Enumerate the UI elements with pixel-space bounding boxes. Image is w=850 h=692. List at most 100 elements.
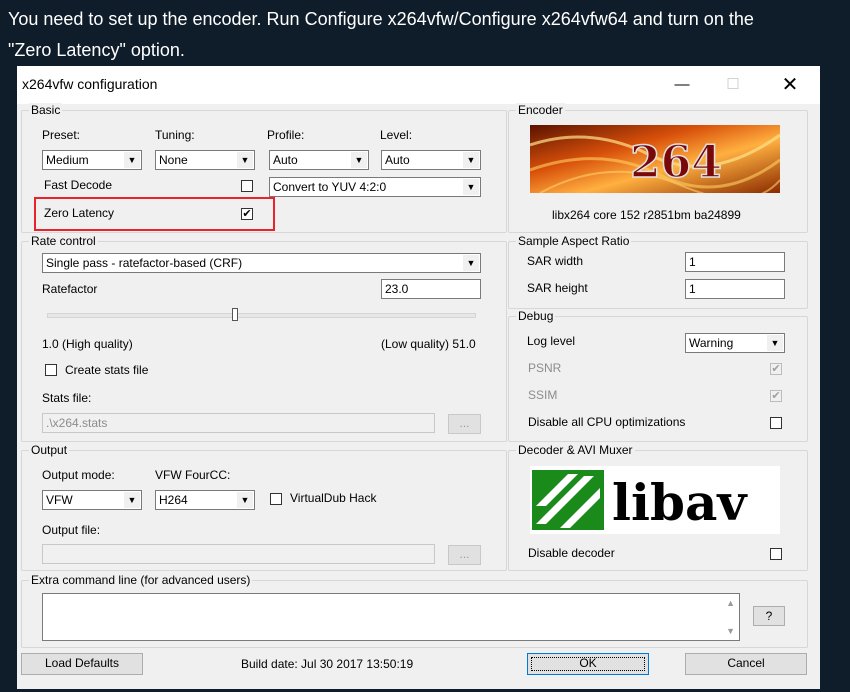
sar-height-input[interactable]: 1: [685, 279, 785, 299]
disable-decoder-checkbox[interactable]: [770, 548, 782, 560]
ratefactor-input[interactable]: 23.0: [381, 279, 481, 299]
extra-command-textarea[interactable]: ▲ ▼: [42, 593, 740, 641]
rate-control-mode-select[interactable]: Single pass - ratefactor-based (CRF) ▼: [42, 253, 481, 273]
x264vfw-configuration-dialog: x264vfw configuration — ☐ ✕ Basic Preset…: [17, 66, 820, 689]
sar-width-label: SAR width: [527, 254, 584, 268]
window-title: x264vfw configuration: [22, 76, 158, 92]
profile-label: Profile:: [267, 128, 305, 142]
chevron-down-icon[interactable]: ▼: [351, 152, 367, 168]
stats-file-browse-button[interactable]: ...: [448, 414, 481, 434]
output-mode-value: VFW: [46, 493, 73, 507]
ssim-checkbox: ✔: [770, 390, 782, 402]
output-file-label: Output file:: [42, 523, 101, 537]
preset-select[interactable]: Medium ▼: [42, 150, 142, 170]
virtualdub-hack-label: VirtualDub Hack: [290, 491, 377, 505]
extra-command-group-label: Extra command line (for advanced users): [29, 573, 253, 587]
output-file-input[interactable]: [42, 544, 435, 564]
fast-decode-checkbox[interactable]: [241, 180, 253, 192]
output-mode-select[interactable]: VFW ▼: [42, 490, 142, 510]
fourcc-select[interactable]: H264 ▼: [155, 490, 255, 510]
help-button[interactable]: ?: [753, 606, 785, 626]
x264-logo-text: 264: [630, 137, 722, 188]
chevron-down-icon[interactable]: ▼: [463, 179, 479, 195]
tuning-select[interactable]: None ▼: [155, 150, 255, 170]
level-label: Level:: [380, 128, 413, 142]
disable-cpu-label: Disable all CPU optimizations: [528, 415, 686, 429]
log-level-select[interactable]: Warning ▼: [685, 333, 785, 353]
fourcc-label: VFW FourCC:: [155, 468, 231, 482]
preset-label: Preset:: [42, 128, 81, 142]
chevron-down-icon[interactable]: ▼: [124, 492, 140, 508]
sar-group-label: Sample Aspect Ratio: [516, 234, 632, 248]
high-quality-label: 1.0 (High quality): [42, 337, 133, 351]
level-select[interactable]: Auto ▼: [381, 150, 481, 170]
virtualdub-hack-checkbox[interactable]: [270, 493, 282, 505]
sar-width-value: 1: [689, 255, 696, 269]
colorspace-select[interactable]: Convert to YUV 4:2:0 ▼: [269, 177, 481, 197]
libav-logo-text: libav: [612, 473, 748, 532]
sar-width-input[interactable]: 1: [685, 252, 785, 272]
scroll-down-icon[interactable]: ▼: [726, 626, 735, 636]
instruction-line-1: You need to set up the encoder. Run Conf…: [8, 9, 754, 29]
libav-logo: libav: [530, 466, 780, 534]
colorspace-value: Convert to YUV 4:2:0: [273, 180, 387, 194]
chevron-down-icon[interactable]: ▼: [237, 492, 253, 508]
x264-logo-graphic: 264: [530, 125, 780, 193]
chevron-down-icon[interactable]: ▼: [463, 152, 479, 168]
tuning-label: Tuning:: [155, 128, 195, 142]
encoder-group-label: Encoder: [516, 103, 565, 117]
ratefactor-slider-track[interactable]: [47, 313, 476, 318]
disable-cpu-checkbox[interactable]: [770, 417, 782, 429]
fast-decode-label: Fast Decode: [44, 178, 113, 192]
create-stats-label: Create stats file: [65, 363, 149, 377]
chevron-down-icon[interactable]: ▼: [463, 255, 479, 271]
log-level-label: Log level: [527, 334, 576, 348]
disable-decoder-label: Disable decoder: [528, 546, 615, 560]
psnr-label: PSNR: [528, 361, 562, 375]
chevron-down-icon[interactable]: ▼: [237, 152, 253, 168]
instruction-line-2: "Zero Latency" option.: [8, 40, 185, 60]
ratefactor-value: 23.0: [385, 282, 409, 296]
create-stats-checkbox[interactable]: [45, 364, 57, 376]
title-bar: x264vfw configuration — ☐ ✕: [17, 66, 820, 104]
scroll-up-icon[interactable]: ▲: [726, 598, 735, 608]
rate-control-group-label: Rate control: [29, 234, 98, 248]
stats-file-input[interactable]: .\x264.stats: [42, 413, 435, 433]
fourcc-value: H264: [159, 493, 188, 507]
psnr-checkbox: ✔: [770, 363, 782, 375]
stats-file-value: .\x264.stats: [46, 416, 108, 430]
sar-height-value: 1: [689, 282, 696, 296]
log-level-value: Warning: [689, 336, 734, 350]
output-group-label: Output: [29, 443, 70, 457]
x264-logo: 264: [530, 125, 780, 193]
decoder-group-label: Decoder & AVI Muxer: [516, 443, 635, 457]
cancel-button[interactable]: Cancel: [685, 653, 807, 675]
level-value: Auto: [385, 153, 410, 167]
load-defaults-button[interactable]: Load Defaults: [21, 653, 143, 675]
stats-file-label: Stats file:: [42, 391, 92, 405]
rate-control-mode-value: Single pass - ratefactor-based (CRF): [46, 256, 243, 270]
sar-height-label: SAR height: [527, 281, 588, 295]
ratefactor-slider-thumb[interactable]: [231, 308, 238, 321]
minimize-button[interactable]: —: [659, 66, 705, 104]
basic-group-label: Basic: [29, 103, 63, 117]
low-quality-label: (Low quality) 51.0: [381, 337, 476, 351]
instruction-caption: You need to set up the encoder. Run Conf…: [8, 4, 848, 66]
maximize-button: ☐: [726, 76, 740, 93]
ok-button[interactable]: OK: [527, 653, 649, 675]
libav-logo-graphic: libav: [532, 470, 748, 532]
ratefactor-label: Ratefactor: [42, 282, 98, 296]
profile-value: Auto: [273, 153, 298, 167]
zero-latency-highlight: [34, 197, 275, 231]
profile-select[interactable]: Auto ▼: [269, 150, 369, 170]
output-mode-label: Output mode:: [42, 468, 115, 482]
tuning-value: None: [159, 153, 188, 167]
debug-group-label: Debug: [516, 309, 556, 323]
output-file-browse-button[interactable]: ...: [448, 545, 481, 565]
chevron-down-icon[interactable]: ▼: [767, 335, 783, 351]
build-date: Build date: Jul 30 2017 13:50:19: [241, 657, 414, 671]
chevron-down-icon[interactable]: ▼: [124, 152, 140, 168]
encoder-version: libx264 core 152 r2851bm ba24899: [552, 208, 741, 222]
close-button[interactable]: ✕: [767, 66, 813, 104]
preset-value: Medium: [46, 153, 89, 167]
